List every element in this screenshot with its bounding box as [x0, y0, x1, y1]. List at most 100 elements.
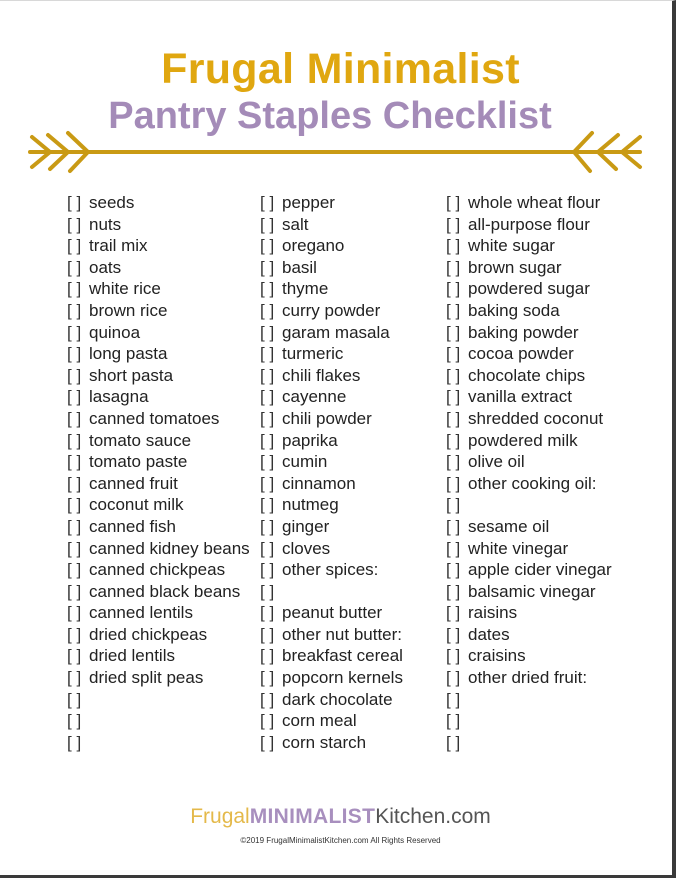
- checkbox-icon[interactable]: [ ]: [446, 257, 468, 279]
- checkbox-icon[interactable]: [ ]: [260, 602, 282, 624]
- checkbox-icon[interactable]: [ ]: [446, 300, 468, 322]
- checkbox-icon[interactable]: [ ]: [67, 214, 89, 236]
- checkbox-icon[interactable]: [ ]: [260, 710, 282, 732]
- checklist-item[interactable]: [ ] apple cider vinegar: [446, 559, 612, 581]
- checkbox-icon[interactable]: [ ]: [446, 278, 468, 300]
- checkbox-icon[interactable]: [ ]: [260, 581, 282, 603]
- checkbox-icon[interactable]: [ ]: [446, 602, 468, 624]
- checkbox-icon[interactable]: [ ]: [446, 581, 468, 603]
- checklist-item[interactable]: [ ] other cooking oil:: [446, 473, 612, 495]
- checklist-item[interactable]: [ ] coconut milk: [67, 494, 250, 516]
- checklist-item[interactable]: [ ] popcorn kernels: [260, 667, 403, 689]
- checkbox-icon[interactable]: [ ]: [67, 192, 89, 214]
- checklist-item[interactable]: [ ] powdered sugar: [446, 278, 612, 300]
- checklist-item[interactable]: [ ] nuts: [67, 214, 250, 236]
- checkbox-icon[interactable]: [ ]: [260, 494, 282, 516]
- checklist-item[interactable]: [ ] trail mix: [67, 235, 250, 257]
- checklist-item[interactable]: [ ]: [446, 732, 612, 754]
- checklist-item[interactable]: [ ] lasagna: [67, 386, 250, 408]
- checklist-item[interactable]: [ ] all-purpose flour: [446, 214, 612, 236]
- checklist-item[interactable]: [ ] dried lentils: [67, 645, 250, 667]
- checklist-item[interactable]: [ ] cayenne: [260, 386, 403, 408]
- checklist-item[interactable]: [ ] cloves: [260, 538, 403, 560]
- checklist-item[interactable]: [ ] tomato paste: [67, 451, 250, 473]
- checklist-item[interactable]: [ ] dark chocolate: [260, 689, 403, 711]
- checkbox-icon[interactable]: [ ]: [446, 689, 468, 711]
- checkbox-icon[interactable]: [ ]: [446, 214, 468, 236]
- checklist-item[interactable]: [ ] dried split peas: [67, 667, 250, 689]
- checkbox-icon[interactable]: [ ]: [67, 624, 89, 646]
- checklist-item[interactable]: [ ] curry powder: [260, 300, 403, 322]
- checklist-item[interactable]: [ ] pepper: [260, 192, 403, 214]
- checkbox-icon[interactable]: [ ]: [260, 386, 282, 408]
- checklist-item[interactable]: [ ] other nut butter:: [260, 624, 403, 646]
- checklist-item[interactable]: [ ] white rice: [67, 278, 250, 300]
- checkbox-icon[interactable]: [ ]: [260, 214, 282, 236]
- checkbox-icon[interactable]: [ ]: [446, 192, 468, 214]
- checklist-item[interactable]: [ ] powdered milk: [446, 430, 612, 452]
- checkbox-icon[interactable]: [ ]: [446, 473, 468, 495]
- checklist-item[interactable]: [ ] white vinegar: [446, 538, 612, 560]
- checkbox-icon[interactable]: [ ]: [260, 278, 282, 300]
- checkbox-icon[interactable]: [ ]: [446, 408, 468, 430]
- checklist-item[interactable]: [ ] nutmeg: [260, 494, 403, 516]
- checkbox-icon[interactable]: [ ]: [446, 430, 468, 452]
- checklist-item[interactable]: [ ] thyme: [260, 278, 403, 300]
- checklist-item[interactable]: [ ] dried chickpeas: [67, 624, 250, 646]
- checkbox-icon[interactable]: [ ]: [260, 408, 282, 430]
- checkbox-icon[interactable]: [ ]: [446, 365, 468, 387]
- checkbox-icon[interactable]: [ ]: [446, 667, 468, 689]
- checklist-item[interactable]: [ ] turmeric: [260, 343, 403, 365]
- checkbox-icon[interactable]: [ ]: [446, 710, 468, 732]
- checkbox-icon[interactable]: [ ]: [67, 667, 89, 689]
- checklist-item[interactable]: [ ] salt: [260, 214, 403, 236]
- checkbox-icon[interactable]: [ ]: [260, 667, 282, 689]
- checkbox-icon[interactable]: [ ]: [67, 365, 89, 387]
- checkbox-icon[interactable]: [ ]: [67, 559, 89, 581]
- checklist-item[interactable]: [ ] canned black beans: [67, 581, 250, 603]
- checklist-item[interactable]: [ ] balsamic vinegar: [446, 581, 612, 603]
- checklist-item[interactable]: [ ] baking soda: [446, 300, 612, 322]
- checklist-item[interactable]: [ ]: [446, 710, 612, 732]
- checkbox-icon[interactable]: [ ]: [446, 386, 468, 408]
- checklist-item[interactable]: [ ]: [67, 732, 250, 754]
- checkbox-icon[interactable]: [ ]: [446, 559, 468, 581]
- checkbox-icon[interactable]: [ ]: [260, 473, 282, 495]
- checklist-item[interactable]: [ ] white sugar: [446, 235, 612, 257]
- checkbox-icon[interactable]: [ ]: [67, 645, 89, 667]
- checklist-item[interactable]: [ ] garam masala: [260, 322, 403, 344]
- checkbox-icon[interactable]: [ ]: [67, 494, 89, 516]
- checklist-item[interactable]: [ ] breakfast cereal: [260, 645, 403, 667]
- checkbox-icon[interactable]: [ ]: [67, 322, 89, 344]
- checklist-item[interactable]: [ ] corn starch: [260, 732, 403, 754]
- checkbox-icon[interactable]: [ ]: [446, 494, 468, 516]
- checklist-item[interactable]: [ ] ginger: [260, 516, 403, 538]
- checklist-item[interactable]: [ ]: [67, 710, 250, 732]
- checkbox-icon[interactable]: [ ]: [67, 538, 89, 560]
- checklist-item[interactable]: [ ] brown sugar: [446, 257, 612, 279]
- checkbox-icon[interactable]: [ ]: [67, 235, 89, 257]
- checklist-item[interactable]: [ ] vanilla extract: [446, 386, 612, 408]
- checklist-item[interactable]: [ ] canned tomatoes: [67, 408, 250, 430]
- checkbox-icon[interactable]: [ ]: [67, 257, 89, 279]
- checkbox-icon[interactable]: [ ]: [67, 581, 89, 603]
- checkbox-icon[interactable]: [ ]: [67, 386, 89, 408]
- checkbox-icon[interactable]: [ ]: [260, 257, 282, 279]
- checklist-item[interactable]: [ ] other spices:: [260, 559, 403, 581]
- checklist-item[interactable]: [ ] craisins: [446, 645, 612, 667]
- checkbox-icon[interactable]: [ ]: [446, 538, 468, 560]
- checkbox-icon[interactable]: [ ]: [446, 645, 468, 667]
- checkbox-icon[interactable]: [ ]: [446, 343, 468, 365]
- checkbox-icon[interactable]: [ ]: [260, 322, 282, 344]
- checklist-item[interactable]: [ ] long pasta: [67, 343, 250, 365]
- checkbox-icon[interactable]: [ ]: [67, 732, 89, 754]
- checklist-item[interactable]: [ ] seeds: [67, 192, 250, 214]
- checkbox-icon[interactable]: [ ]: [260, 451, 282, 473]
- checkbox-icon[interactable]: [ ]: [446, 235, 468, 257]
- checkbox-icon[interactable]: [ ]: [67, 689, 89, 711]
- checklist-item[interactable]: [ ] sesame oil: [446, 516, 612, 538]
- checkbox-icon[interactable]: [ ]: [67, 300, 89, 322]
- checklist-item[interactable]: [ ] corn meal: [260, 710, 403, 732]
- checklist-item[interactable]: [ ] paprika: [260, 430, 403, 452]
- checklist-item[interactable]: [ ] cumin: [260, 451, 403, 473]
